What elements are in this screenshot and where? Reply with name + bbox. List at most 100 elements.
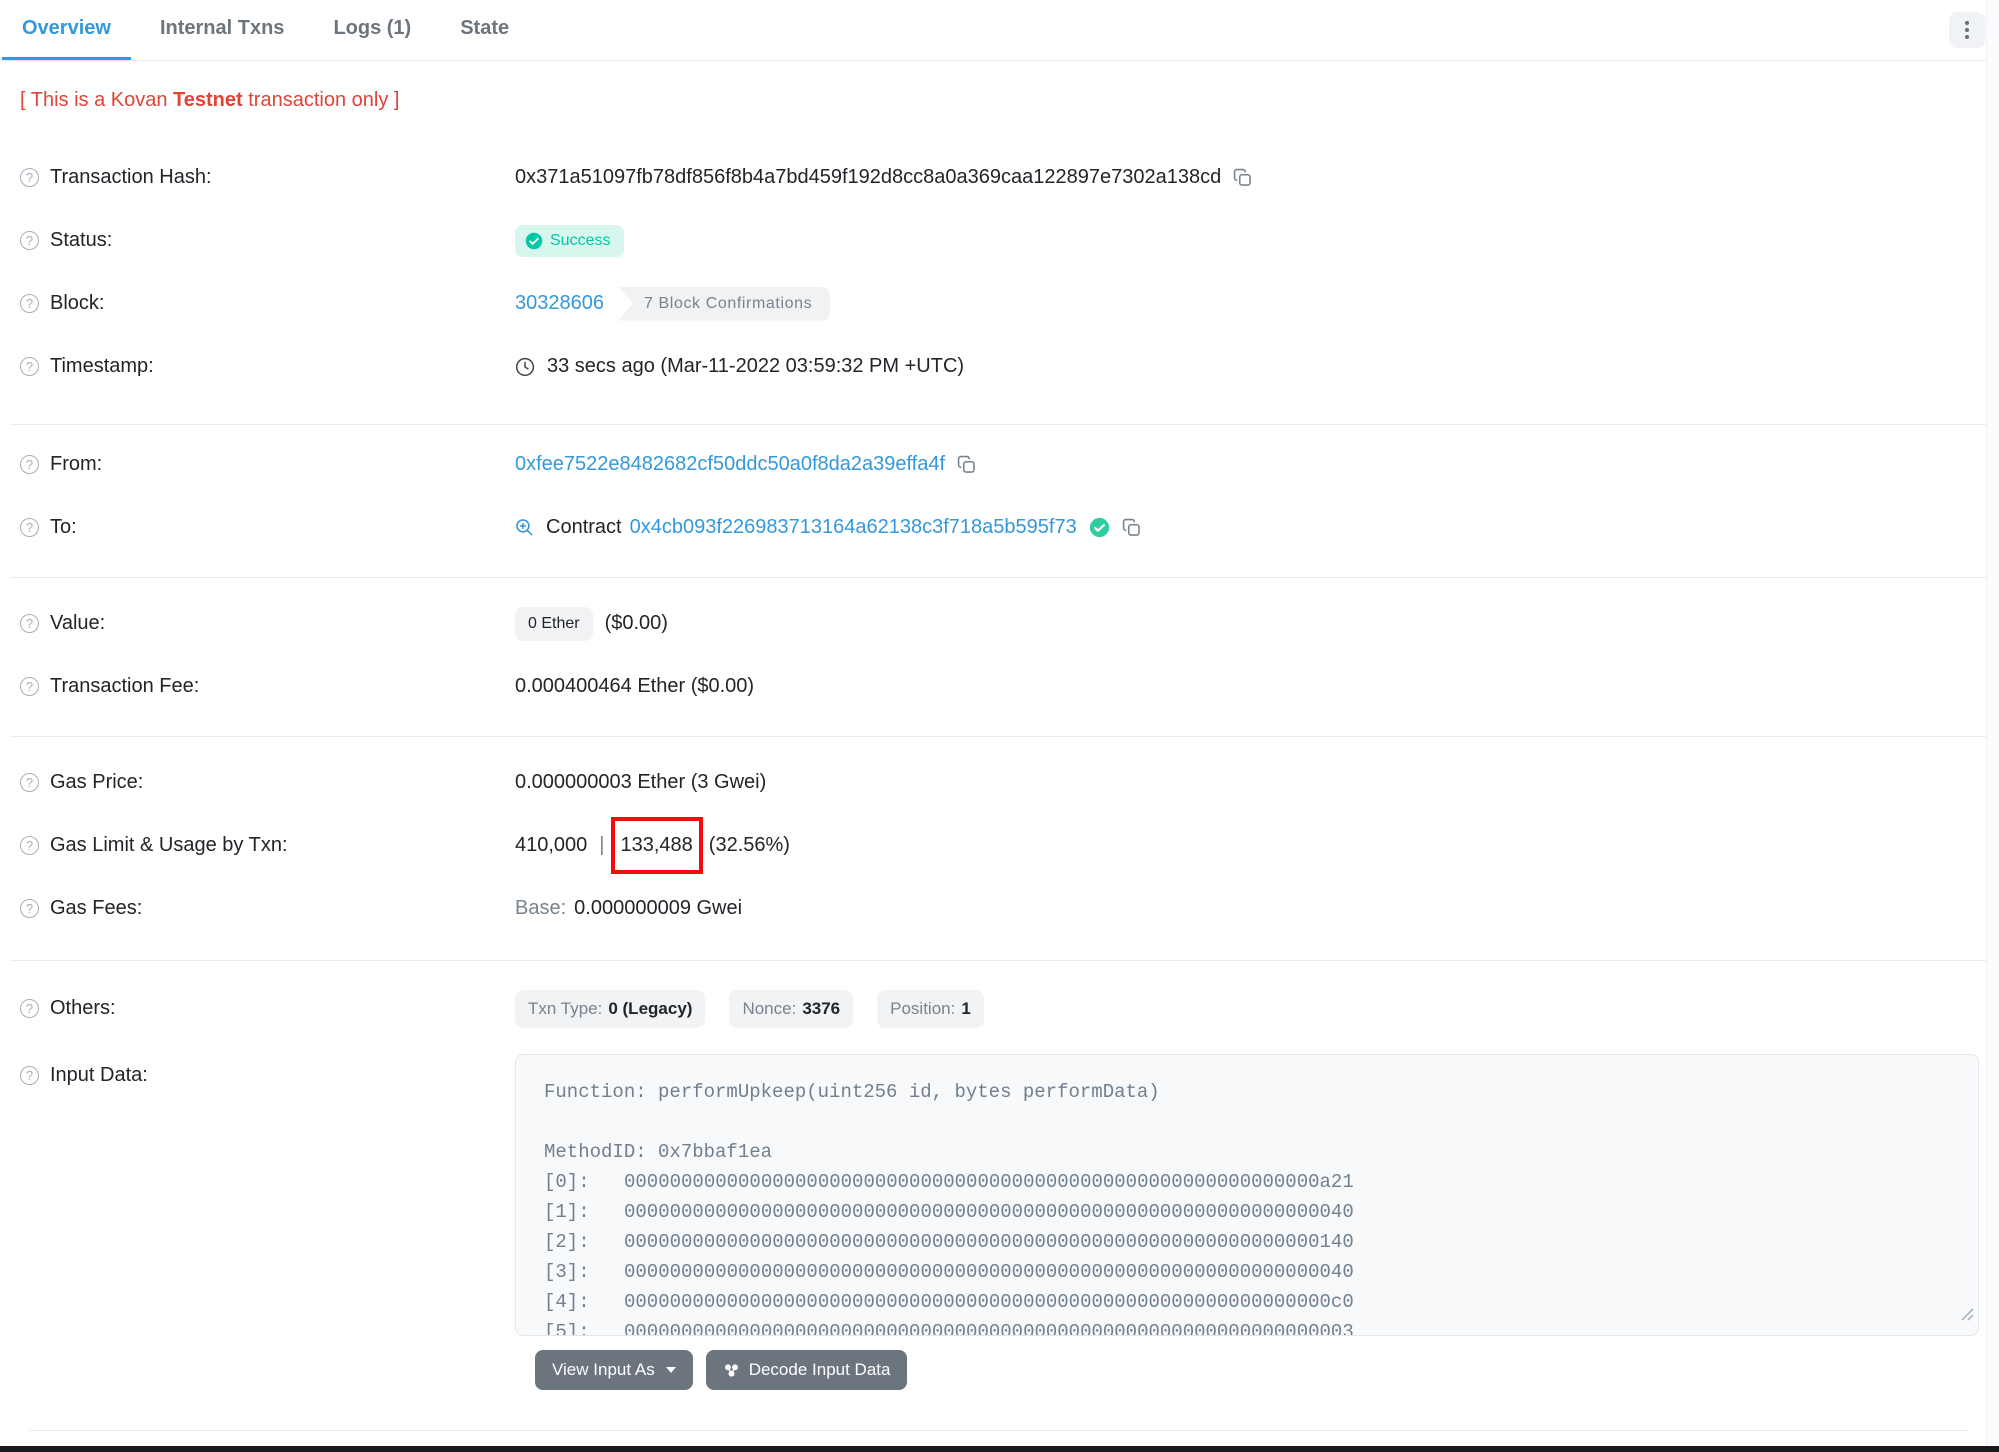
notice-prefix: [ This is a Kovan	[20, 89, 174, 111]
section-others-input: ? Others: Txn Type: 0 (Legacy) Nonce: 33…	[10, 961, 1989, 1431]
row-label: From:	[50, 453, 103, 475]
section-gas: ? Gas Price: 0.000000003 Ether (3 Gwei) …	[10, 737, 1989, 961]
decode-input-data-button[interactable]: Decode Input Data	[705, 1350, 908, 1390]
ether-value-badge: 0 Ether	[515, 606, 593, 641]
row-gas-limit-usage: ? Gas Limit & Usage by Txn: 410,000 | 13…	[20, 814, 1979, 877]
base-fee-value: 0.000000009 Gwei	[574, 897, 743, 919]
to-address-link[interactable]: 0x4cb093f226983713164a62138c3f718a5b595f…	[630, 516, 1077, 539]
from-address-link[interactable]: 0xfee7522e8482682cf50ddc50a0f8da2a39effa…	[515, 453, 945, 476]
usd-value: ($0.00)	[604, 612, 668, 634]
zoom-in-icon[interactable]	[515, 518, 534, 537]
input-data-row: [0]: 000000000000000000000000000000000000…	[544, 1171, 1354, 1193]
input-data-row: [4]: 000000000000000000000000000000000000…	[544, 1291, 1354, 1313]
help-icon[interactable]: ?	[20, 677, 39, 696]
decode-icon	[724, 1363, 738, 1377]
help-icon[interactable]: ?	[20, 168, 39, 187]
row-block: ? Block: 30328606 7 Block Confirmations	[20, 272, 1979, 335]
tabs-spacer	[538, 0, 1949, 60]
transaction-hash-value: 0x371a51097fb78df856f8b4a7bd459f192d8cc8…	[515, 166, 1222, 188]
copy-icon[interactable]	[1122, 518, 1141, 537]
tabs-bar: Overview Internal Txns Logs (1) State	[0, 0, 1999, 61]
input-data-textarea[interactable]: Function: performUpkeep(uint256 id, byte…	[515, 1054, 1979, 1336]
gas-separator: |	[599, 834, 605, 856]
tab-logs[interactable]: Logs (1)	[313, 0, 431, 60]
row-label: Transaction Fee:	[50, 675, 200, 697]
row-label: To:	[50, 516, 77, 538]
section-overview-top: ? Transaction Hash: 0x371a51097fb78df856…	[10, 112, 1989, 425]
section-value-fee: ? Value: 0 Ether ($0.00) ? Transaction F…	[10, 578, 1989, 737]
row-label: Transaction Hash:	[50, 166, 212, 188]
input-data-rows: [0]: 000000000000000000000000000000000000…	[544, 1167, 1962, 1336]
other-attribute-badge: Nonce: 3376	[729, 989, 854, 1028]
help-icon[interactable]: ?	[20, 899, 39, 918]
status-badge: Success	[515, 224, 625, 257]
section-from-to: ? From: 0xfee7522e8482682cf50ddc50a0f8da…	[10, 425, 1989, 578]
row-label: Input Data:	[50, 1064, 148, 1086]
row-label: Gas Price:	[50, 771, 144, 793]
row-label: Others:	[50, 997, 116, 1019]
help-icon[interactable]: ?	[20, 1066, 39, 1085]
row-gas-price: ? Gas Price: 0.000000003 Ether (3 Gwei)	[20, 751, 1979, 814]
copy-icon[interactable]	[957, 455, 976, 474]
row-label: Gas Fees:	[50, 897, 143, 919]
help-icon[interactable]: ?	[20, 836, 39, 855]
resize-handle[interactable]	[1961, 1301, 1974, 1331]
notice-bold: Testnet	[173, 89, 243, 111]
help-icon[interactable]: ?	[20, 455, 39, 474]
help-icon[interactable]: ?	[20, 614, 39, 633]
help-icon[interactable]: ?	[20, 518, 39, 537]
tab-overview[interactable]: Overview	[2, 0, 131, 60]
page-scrollbar[interactable]	[1986, 0, 1999, 1452]
input-blank-line	[544, 1107, 1962, 1137]
help-icon[interactable]: ?	[20, 294, 39, 313]
row-status: ? Status: Success	[20, 209, 1979, 272]
notice-suffix: transaction only ]	[242, 89, 400, 111]
help-icon[interactable]: ?	[20, 999, 39, 1018]
input-data-row: [3]: 000000000000000000000000000000000000…	[544, 1261, 1354, 1283]
row-transaction-hash: ? Transaction Hash: 0x371a51097fb78df856…	[20, 146, 1979, 209]
row-label: Value:	[50, 612, 106, 634]
row-from: ? From: 0xfee7522e8482682cf50ddc50a0f8da…	[20, 433, 1979, 496]
other-attribute-badge: Position: 1	[877, 989, 984, 1028]
row-label: Status:	[50, 229, 113, 251]
row-label: Gas Limit & Usage by Txn:	[50, 834, 288, 856]
gas-used-percent: (32.56%)	[708, 834, 790, 856]
gas-used-wrap: 133,488	[610, 817, 703, 874]
bottom-divider	[30, 1430, 1969, 1431]
clock-icon	[515, 357, 535, 376]
view-input-as-button[interactable]: View Input As	[535, 1350, 693, 1390]
others-badges: Txn Type: 0 (Legacy) Nonce: 3376 Positio…	[515, 989, 1979, 1028]
input-data-row: [1]: 000000000000000000000000000000000000…	[544, 1201, 1354, 1223]
transaction-fee-value: 0.000400464 Ether ($0.00)	[515, 675, 755, 697]
verified-check-icon	[1089, 517, 1109, 538]
row-to: ? To: Contract 0x4cb093f226983713164a621…	[20, 496, 1979, 559]
input-function-line: Function: performUpkeep(uint256 id, byte…	[544, 1081, 1160, 1103]
row-input-data: ? Input Data: Function: performUpkeep(ui…	[20, 1054, 1979, 1336]
gas-used-value: 133,488	[620, 834, 693, 856]
contract-word: Contract	[546, 516, 622, 538]
row-timestamp: ? Timestamp: 33 secs ago (Mar-11-2022 03…	[20, 335, 1979, 398]
tab-state[interactable]: State	[440, 0, 529, 60]
help-icon[interactable]: ?	[20, 773, 39, 792]
help-icon[interactable]: ?	[20, 231, 39, 250]
check-circle-icon	[525, 232, 543, 249]
testnet-notice: [ This is a Kovan Testnet transaction on…	[20, 89, 1979, 112]
input-actions: View Input As Decode Input Data	[535, 1350, 1979, 1390]
row-gas-fees: ? Gas Fees: Base: 0.000000009 Gwei	[20, 877, 1979, 940]
input-data-row: [5]: 000000000000000000000000000000000000…	[544, 1321, 1354, 1336]
more-options-button[interactable]	[1949, 12, 1985, 48]
input-data-row: [2]: 000000000000000000000000000000000000…	[544, 1231, 1354, 1253]
chevron-down-icon	[665, 1367, 676, 1373]
block-number-link[interactable]: 30328606	[515, 292, 604, 315]
tab-internal-txns[interactable]: Internal Txns	[140, 0, 304, 60]
kebab-icon	[1965, 21, 1969, 25]
row-others: ? Others: Txn Type: 0 (Legacy) Nonce: 33…	[20, 977, 1979, 1040]
row-label: Block:	[50, 292, 105, 314]
other-attribute-badge: Txn Type: 0 (Legacy)	[515, 989, 706, 1028]
base-fee-label: Base:	[515, 897, 567, 919]
input-methodid-line: MethodID: 0x7bbaf1ea	[544, 1141, 773, 1163]
copy-icon[interactable]	[1233, 168, 1252, 187]
help-icon[interactable]: ?	[20, 357, 39, 376]
gas-price-value: 0.000000003 Ether (3 Gwei)	[515, 771, 767, 793]
row-label: Timestamp:	[50, 355, 154, 377]
